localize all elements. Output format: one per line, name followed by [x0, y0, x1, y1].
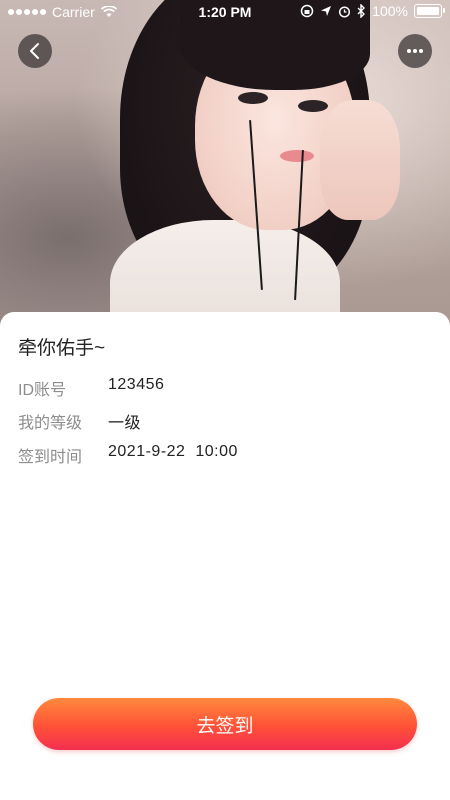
- checkin-time-label: 签到时间: [18, 449, 83, 466]
- chevron-left-icon: [30, 43, 39, 59]
- more-button[interactable]: [398, 34, 432, 68]
- bluetooth-icon: [357, 4, 366, 18]
- id-label: ID账号: [18, 382, 67, 399]
- profile-name: 牵你佑手~: [18, 338, 106, 359]
- info-row-id: ID账号 123456: [18, 376, 164, 400]
- info-row-level: 我的等级 一级: [18, 409, 141, 433]
- location-icon: [321, 6, 332, 16]
- id-value: 123456: [108, 376, 165, 393]
- alarm-icon: [339, 5, 351, 18]
- lock-rotation-icon: [300, 4, 314, 18]
- info-row-checkin-time: 签到时间 2021-9-22 10:00: [18, 443, 238, 467]
- level-label: 我的等级: [18, 415, 83, 432]
- battery-icon: [414, 4, 445, 18]
- checkin-button[interactable]: 去签到: [33, 698, 417, 750]
- back-button[interactable]: [18, 34, 52, 68]
- checkin-time-value: 2021-9-22 10:00: [108, 443, 238, 460]
- more-dots-icon: [407, 49, 423, 53]
- battery-percent: 100%: [372, 3, 408, 19]
- level-value: 一级: [108, 415, 142, 432]
- profile-cover-image: [0, 0, 450, 340]
- status-bar: Carrier 1:20 PM 100%: [0, 0, 450, 24]
